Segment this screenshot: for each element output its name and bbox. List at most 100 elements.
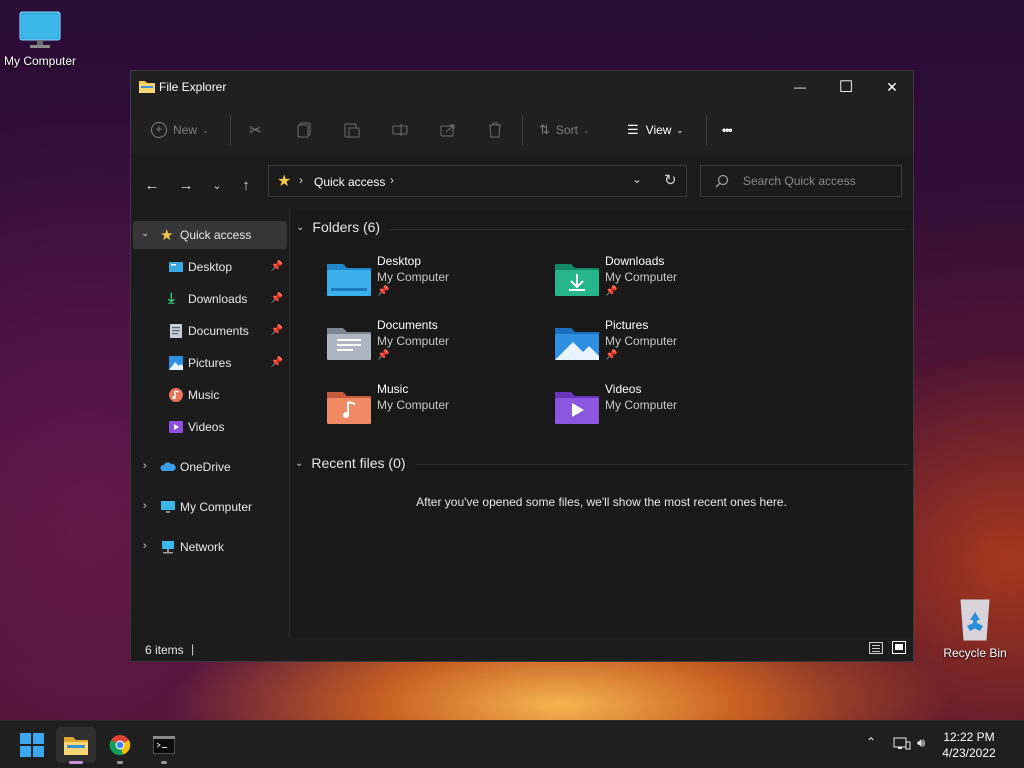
star-icon: ★: [277, 173, 292, 190]
rename-button[interactable]: [392, 119, 408, 141]
chrome-icon: [109, 735, 131, 756]
group-divider: [390, 229, 905, 230]
folder-tile-videos[interactable]: Videos My Computer: [555, 382, 775, 438]
start-button[interactable]: [12, 727, 52, 763]
search-input[interactable]: [741, 173, 895, 189]
recent-locations-button[interactable]: ⌄: [205, 173, 229, 197]
folder-location: My Computer: [605, 270, 678, 284]
desktop-icon-my-computer[interactable]: My Computer: [0, 10, 80, 68]
view-button[interactable]: ☰ View ⌄: [627, 119, 683, 141]
sidebar-item-label: Documents: [188, 324, 249, 338]
chevron-down-icon[interactable]: ⌄: [141, 228, 149, 239]
recycle-bin-icon: [960, 599, 990, 641]
navigation-row: ← → ⌄ ↑ ★ › Quick access › ⌄ ↻: [131, 155, 913, 209]
sidebar-item-network[interactable]: › Network: [133, 533, 287, 561]
folder-tile-desktop[interactable]: Desktop My Computer 📌: [327, 254, 547, 310]
divider: [522, 115, 523, 145]
close-button[interactable]: ✕: [869, 71, 915, 103]
sidebar-item-pictures[interactable]: Pictures 📌: [133, 349, 287, 377]
address-history-button[interactable]: ⌄: [632, 172, 642, 186]
breadcrumb-chevron-icon[interactable]: ›: [390, 173, 394, 187]
download-icon: [555, 264, 599, 296]
chevron-down-icon: ⌄: [295, 457, 304, 469]
terminal-icon: [153, 736, 175, 754]
chevron-right-icon[interactable]: ›: [143, 540, 147, 552]
sidebar-item-videos[interactable]: Videos: [133, 413, 287, 441]
minimize-button[interactable]: —: [777, 71, 823, 103]
file-explorer-icon: [139, 81, 155, 93]
desktop-folder-icon: [327, 264, 371, 296]
chevron-down-icon: ⌄: [582, 125, 590, 135]
copy-button[interactable]: [297, 119, 311, 141]
folder-location: My Computer: [605, 334, 678, 348]
forward-button[interactable]: →: [174, 173, 198, 197]
taskbar-file-explorer[interactable]: [56, 727, 96, 764]
show-hidden-icons-button[interactable]: ⌃: [866, 735, 876, 749]
folder-location: My Computer: [377, 270, 450, 284]
search-icon: [715, 174, 729, 188]
sidebar-item-music[interactable]: Music: [133, 381, 287, 409]
file-explorer-icon: [64, 737, 88, 755]
sidebar-item-label: Quick access: [180, 228, 252, 242]
sidebar-item-desktop[interactable]: Desktop 📌: [133, 253, 287, 281]
details-view-button[interactable]: [869, 642, 883, 654]
chevron-right-icon[interactable]: ›: [143, 460, 147, 472]
arrow-right-icon: →: [178, 176, 194, 194]
up-button[interactable]: ↑: [234, 173, 258, 197]
large-icons-view-button[interactable]: [892, 641, 906, 654]
sidebar-item-quick-access[interactable]: ⌄ ★ Quick access: [133, 221, 287, 249]
cut-button[interactable]: ✂: [249, 119, 262, 141]
minimize-icon: —: [794, 80, 806, 94]
folder-name: Music: [377, 382, 409, 396]
copy-icon: [297, 122, 311, 138]
large-icons-view-icon: [895, 644, 903, 650]
pin-icon: 📌: [270, 357, 283, 368]
desktop-folder-icon: [169, 262, 183, 272]
folder-tile-music[interactable]: Music My Computer: [327, 382, 547, 438]
chevron-down-icon: ⌄: [676, 125, 684, 135]
breadcrumb-separator-icon: ›: [299, 173, 303, 187]
sort-button[interactable]: ⇅ Sort ⌄: [539, 119, 590, 141]
new-button[interactable]: + New ⌄: [151, 119, 209, 141]
sidebar-item-documents[interactable]: Documents 📌: [133, 317, 287, 345]
documents-icon: [327, 328, 371, 360]
videos-icon: [555, 392, 599, 424]
chevron-right-icon[interactable]: ›: [143, 500, 147, 512]
videos-icon: [169, 421, 183, 433]
arrow-up-icon: ↑: [242, 176, 250, 194]
status-separator: |: [191, 642, 195, 656]
recent-group-title: Recent files (0): [311, 455, 406, 471]
address-bar[interactable]: ★ › Quick access › ⌄ ↻: [268, 165, 687, 197]
divider: [706, 115, 707, 145]
taskbar-terminal[interactable]: [144, 727, 184, 764]
sidebar-item-my-computer[interactable]: › My Computer: [133, 493, 287, 521]
delete-button[interactable]: [488, 119, 502, 141]
folders-group-header[interactable]: ⌄ Folders (6): [296, 219, 380, 235]
paste-button[interactable]: [344, 119, 360, 141]
breadcrumb-quick-access[interactable]: Quick access: [314, 175, 385, 189]
item-count: 6 items: [145, 643, 184, 657]
folder-tile-documents[interactable]: Documents My Computer 📌: [327, 318, 547, 374]
back-button[interactable]: ←: [140, 173, 164, 197]
sidebar-item-downloads[interactable]: ⤓ Downloads 📌: [133, 285, 287, 313]
sidebar-item-label: Pictures: [188, 356, 232, 370]
taskbar-chrome[interactable]: [100, 727, 140, 764]
network-status-icon[interactable]: [893, 736, 911, 752]
title-bar[interactable]: File Explorer — ☐ ✕: [131, 71, 913, 103]
view-icon: ☰: [627, 122, 639, 137]
more-options-button[interactable]: •••: [722, 119, 733, 141]
clock[interactable]: 12:22 PM 4/23/2022: [934, 729, 1004, 761]
share-button[interactable]: [440, 119, 456, 141]
folder-tile-pictures[interactable]: Pictures My Computer 📌: [555, 318, 775, 374]
volume-icon[interactable]: 🔊︎: [917, 735, 925, 751]
search-box[interactable]: [700, 165, 902, 197]
refresh-button[interactable]: ↻: [664, 171, 677, 189]
maximize-button[interactable]: ☐: [823, 71, 869, 103]
folder-tile-downloads[interactable]: Downloads My Computer 📌: [555, 254, 775, 310]
sidebar-item-onedrive[interactable]: › OneDrive: [133, 453, 287, 481]
close-icon: ✕: [886, 78, 898, 95]
cut-icon: ✂: [249, 122, 262, 139]
more-icon: •••: [722, 123, 733, 137]
desktop-icon-recycle-bin[interactable]: Recycle Bin: [935, 596, 1015, 660]
recent-group-header[interactable]: ⌄ Recent files (0): [295, 455, 406, 471]
